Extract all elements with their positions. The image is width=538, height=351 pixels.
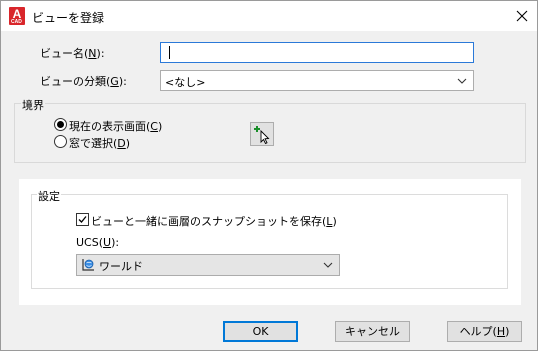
window-select-label[interactable]: 窓で選択(D) (69, 135, 130, 151)
ucs-label: UCS(U): (76, 236, 120, 249)
ucs-select[interactable]: ワールド (76, 254, 340, 276)
cancel-button[interactable]: キャンセル (335, 321, 410, 342)
register-view-dialog: A CAD ビューを登録 ビュー名(N): ビューの分類(G): <なし> 境界… (0, 0, 538, 351)
current-display-radio[interactable] (54, 118, 67, 131)
ucs-value: ワールド (99, 260, 143, 273)
view-category-select[interactable]: <なし> (160, 70, 474, 91)
app-icon-sub: CAD (11, 19, 22, 25)
boundary-group-title: 境界 (21, 97, 45, 113)
current-display-label[interactable]: 現在の表示画面(C) (69, 118, 162, 134)
text-caret (169, 46, 170, 59)
ok-button[interactable]: OK (223, 321, 298, 342)
view-category-value: <なし> (165, 76, 206, 89)
save-layer-snapshot-label[interactable]: ビューと一緒に画層のスナップショットを保存(L) (91, 213, 337, 229)
view-category-label: ビューの分類(G): (40, 75, 127, 88)
window-title: ビューを登録 (32, 11, 105, 25)
help-button[interactable]: ヘルプ(H) (447, 321, 522, 342)
title-bar: A CAD ビューを登録 (1, 1, 537, 31)
select-window-button[interactable] (250, 122, 274, 146)
save-layer-snapshot-checkbox[interactable] (76, 213, 89, 226)
chevron-down-icon (323, 262, 333, 268)
view-name-input[interactable] (160, 42, 474, 63)
radio-selected-dot (57, 121, 64, 128)
window-select-radio[interactable] (54, 135, 67, 148)
close-button[interactable] (509, 3, 535, 29)
autocad-app-icon: A CAD (9, 7, 25, 25)
chevron-down-icon (457, 78, 467, 84)
checkmark-icon (78, 216, 87, 223)
settings-group-title: 設定 (37, 188, 61, 204)
world-ucs-icon (82, 259, 94, 271)
view-name-label: ビュー名(N): (40, 47, 105, 60)
pick-cursor-icon (254, 126, 270, 145)
close-icon (516, 10, 528, 22)
